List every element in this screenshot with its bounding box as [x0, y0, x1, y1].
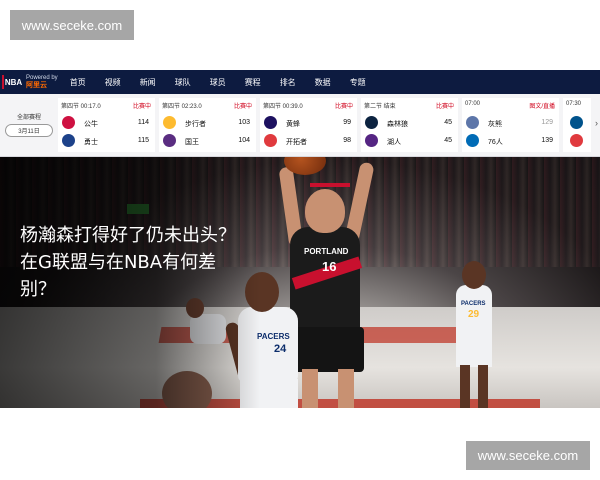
- top-nav-bar: NBA Powered by 阿里云 首页 视频 新闻 球队 球员 赛程 排名 …: [0, 70, 600, 94]
- game-period: 第四节 00:17.0: [61, 104, 101, 110]
- pacers-logo-icon: [163, 116, 176, 129]
- game-period: 第四节 02:23.0: [162, 104, 202, 110]
- warriors-logo-icon: [62, 134, 75, 147]
- player-16-head: [305, 189, 345, 233]
- game-card[interactable]: 07:30: [563, 98, 591, 152]
- game-card[interactable]: 第四节 00:39.0 比赛中 黄蜂 99 开拓者 98: [260, 98, 357, 152]
- nav-item-teams[interactable]: 球队: [175, 77, 210, 88]
- schedule-panel: 全部赛程 3月11日: [5, 112, 53, 137]
- player-29-head: [462, 261, 486, 289]
- nav-item-schedule[interactable]: 赛程: [245, 77, 280, 88]
- mavericks-logo-icon: [570, 116, 583, 129]
- watermark-bottom: www.seceke.com: [466, 441, 590, 470]
- team-score: 45: [444, 137, 452, 144]
- team-name: 步行者: [185, 121, 206, 128]
- team-name: 开拓者: [286, 139, 307, 146]
- game-card[interactable]: 07:00 图文/直播 灰熊 129 76人 139: [462, 98, 559, 152]
- scoreboard-bar: 全部赛程 3月11日 第四节 00:17.0 比赛中 公牛 114 勇士 115 第四…: [0, 94, 600, 157]
- game-card[interactable]: 第四节 00:17.0 比赛中 公牛 114 勇士 115: [58, 98, 155, 152]
- jersey-number: 16: [322, 259, 337, 274]
- team-name: 灰熊: [488, 121, 502, 128]
- team-score: 139: [541, 137, 553, 144]
- team-score: 114: [137, 119, 149, 126]
- nav-item-standings[interactable]: 排名: [280, 77, 315, 88]
- player-16-leg: [302, 369, 318, 408]
- team-score: 98: [343, 137, 351, 144]
- jersey-team-text: PORTLAND: [304, 247, 349, 256]
- nav-item-news[interactable]: 新闻: [140, 77, 175, 88]
- lakers-logo-icon: [365, 134, 378, 147]
- grizzlies-logo-icon: [466, 116, 479, 129]
- player-29-leg: [478, 365, 488, 408]
- nba-logo[interactable]: NBA: [1, 75, 22, 89]
- jersey-team-text: PACERS: [461, 301, 486, 307]
- sixers-logo-icon: [466, 134, 479, 147]
- powered-by: Powered by 阿里云: [26, 74, 58, 90]
- team-name: 公牛: [84, 121, 98, 128]
- game-period: 第四节 00:39.0: [263, 104, 303, 110]
- game-card[interactable]: 第二节 结束 比赛中 森林狼 45 湖人 45: [361, 98, 458, 152]
- game-status: 比赛中: [132, 104, 151, 110]
- game-period: 第二节 结束: [364, 104, 396, 110]
- player-29-leg: [460, 365, 470, 408]
- game-status: 比赛中: [334, 104, 353, 110]
- nav-item-home[interactable]: 首页: [70, 77, 105, 88]
- nav-item-players[interactable]: 球员: [210, 77, 245, 88]
- team-score: 45: [444, 119, 452, 126]
- jersey-number: 29: [468, 309, 480, 320]
- game-status: 比赛中: [435, 104, 454, 110]
- team-name: 湖人: [387, 139, 401, 146]
- basketball-clip: [280, 157, 340, 185]
- team-name: 国王: [185, 139, 199, 146]
- team-score: 99: [343, 119, 351, 126]
- bulls-logo-icon: [62, 116, 75, 129]
- player-16-shorts: [292, 327, 364, 372]
- nav-item-stats[interactable]: 数据: [315, 77, 350, 88]
- team-score: 129: [541, 119, 553, 126]
- hawks-logo-icon: [570, 134, 583, 147]
- game-time: 07:00: [465, 101, 481, 107]
- hero-headline[interactable]: 杨瀚森打得好了仍未出头？在G联盟与在NBA有何差别？: [20, 222, 252, 303]
- game-status[interactable]: 图文/直播: [529, 101, 555, 110]
- game-time: 07:30: [566, 101, 582, 107]
- timberwolves-logo-icon: [365, 116, 378, 129]
- kings-logo-icon: [163, 134, 176, 147]
- game-status: 比赛中: [233, 104, 252, 110]
- watermark-top: www.seceke.com: [10, 10, 134, 40]
- main-menu: 首页 视频 新闻 球队 球员 赛程 排名 数据 专题: [70, 77, 385, 88]
- next-games-arrow-icon[interactable]: ›: [595, 118, 598, 128]
- jersey-number: 24: [274, 343, 287, 355]
- date-selector[interactable]: 3月11日: [5, 124, 53, 137]
- team-name: 勇士: [84, 139, 98, 146]
- player-16-leg: [338, 369, 354, 408]
- team-score: 115: [137, 137, 149, 144]
- basketball: [284, 157, 326, 175]
- hornets-logo-icon: [264, 116, 277, 129]
- blazers-logo-icon: [264, 134, 277, 147]
- player-29-shorts: [456, 337, 492, 367]
- nav-item-topics[interactable]: 专题: [350, 77, 385, 88]
- nav-item-video[interactable]: 视频: [105, 77, 140, 88]
- game-card[interactable]: 第四节 02:23.0 比赛中 步行者 103 国王 104: [159, 98, 256, 152]
- team-score: 103: [238, 119, 250, 126]
- jersey-team-text: PACERS: [257, 332, 290, 341]
- powered-by-label: Powered by: [26, 75, 58, 81]
- team-name: 黄蜂: [286, 121, 300, 128]
- all-schedule-link[interactable]: 全部赛程: [5, 112, 53, 121]
- partner-logo: 阿里云: [26, 82, 47, 89]
- team-name: 76人: [488, 139, 503, 146]
- team-score: 104: [238, 137, 250, 144]
- team-name: 森林狼: [387, 121, 408, 128]
